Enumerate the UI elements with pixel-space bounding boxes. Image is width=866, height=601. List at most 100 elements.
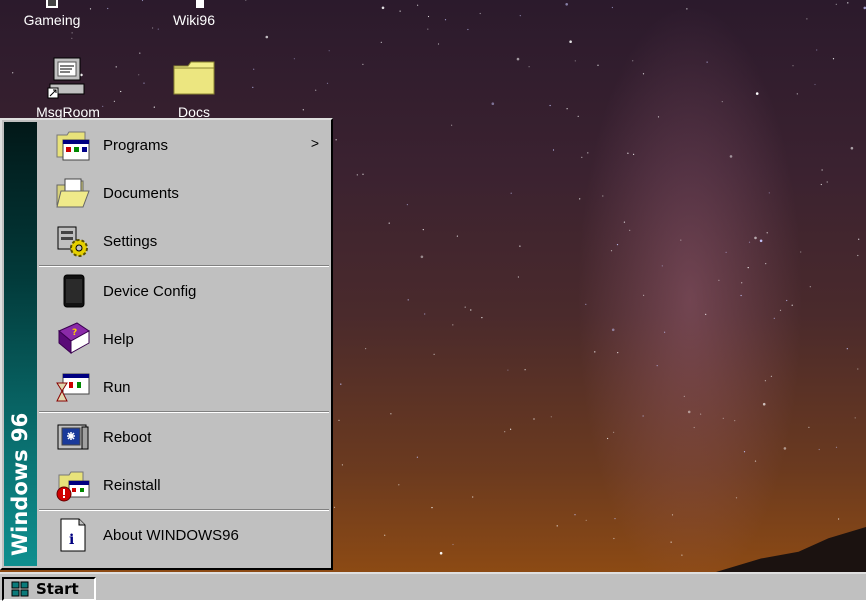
menu-item-device-config[interactable]: Device Config xyxy=(39,268,329,314)
menu-item-reinstall[interactable]: Reinstall xyxy=(39,462,329,508)
menu-item-label: Help xyxy=(103,331,134,348)
star xyxy=(838,518,839,519)
star xyxy=(390,413,391,414)
star xyxy=(756,92,759,95)
star xyxy=(629,230,630,231)
star xyxy=(315,90,316,91)
star xyxy=(423,229,424,230)
star xyxy=(252,87,253,88)
star xyxy=(342,464,343,465)
star xyxy=(855,417,856,418)
settings-gear-icon xyxy=(55,223,91,259)
star xyxy=(389,223,390,224)
star xyxy=(765,380,766,381)
star xyxy=(511,193,512,194)
star xyxy=(327,83,328,84)
menu-item-label: Documents xyxy=(103,185,179,202)
star xyxy=(700,414,701,415)
star xyxy=(726,252,727,253)
star xyxy=(107,8,108,9)
desktop-icon-msgroom[interactable]: MsgRoom xyxy=(26,54,110,120)
menu-item-run[interactable]: Run xyxy=(39,364,329,410)
star xyxy=(836,4,837,5)
star xyxy=(800,251,801,252)
star xyxy=(158,29,159,30)
desktop-icon-docs[interactable]: Docs xyxy=(152,54,236,120)
star xyxy=(143,83,144,84)
run-hourglass-icon xyxy=(55,369,91,405)
star xyxy=(684,396,685,397)
star xyxy=(579,198,580,199)
star xyxy=(533,418,534,419)
star xyxy=(480,13,481,14)
star xyxy=(417,457,418,458)
star xyxy=(336,139,337,140)
menu-item-reboot[interactable]: Reboot xyxy=(39,414,329,460)
star xyxy=(472,496,473,497)
star xyxy=(765,263,766,264)
star xyxy=(755,461,756,462)
star xyxy=(723,418,724,419)
star xyxy=(452,324,453,325)
start-button[interactable]: Start xyxy=(2,577,96,601)
star xyxy=(557,525,558,526)
star xyxy=(643,295,644,296)
star xyxy=(519,246,520,247)
desktop-icon-wiki96[interactable]: Wiki96 xyxy=(152,0,236,28)
menu-item-settings[interactable]: Settings xyxy=(39,218,329,264)
star xyxy=(253,69,254,70)
star xyxy=(705,314,706,315)
star xyxy=(857,368,858,369)
star xyxy=(847,2,848,3)
star xyxy=(808,427,809,428)
menu-item-programs[interactable]: Programs > xyxy=(39,122,329,168)
desktop-icon-label: Wiki96 xyxy=(152,12,236,28)
star xyxy=(451,125,452,126)
submenu-arrow-icon: > xyxy=(311,135,319,151)
star xyxy=(440,552,443,555)
programs-folder-icon xyxy=(55,127,91,163)
star xyxy=(836,447,837,448)
star xyxy=(658,116,659,117)
svg-text:i: i xyxy=(69,532,74,548)
desktop-icon-gameing[interactable]: Gameing xyxy=(10,0,94,28)
star xyxy=(672,514,673,515)
star xyxy=(734,420,735,421)
star xyxy=(814,84,815,85)
star xyxy=(329,50,330,51)
star xyxy=(722,101,723,102)
star xyxy=(819,449,820,450)
folder-icon xyxy=(170,54,218,102)
start-label: Start xyxy=(36,580,79,598)
device-icon xyxy=(55,273,91,309)
star xyxy=(771,376,772,377)
star xyxy=(492,102,495,105)
star xyxy=(774,318,775,319)
star xyxy=(607,438,608,439)
star xyxy=(417,5,418,6)
star xyxy=(810,286,811,287)
star xyxy=(525,369,526,370)
star xyxy=(851,147,854,150)
star xyxy=(627,153,628,154)
star xyxy=(847,348,848,349)
menu-item-documents[interactable]: Documents xyxy=(39,170,329,216)
star xyxy=(303,109,304,110)
star xyxy=(338,420,339,421)
menu-item-help[interactable]: ? Help xyxy=(39,316,329,362)
star xyxy=(120,91,121,92)
star xyxy=(365,348,366,349)
star xyxy=(822,169,823,170)
star xyxy=(434,354,435,355)
star xyxy=(827,181,828,182)
star xyxy=(680,240,681,241)
star xyxy=(382,7,385,10)
desktop-icon-label: Gameing xyxy=(10,12,94,28)
star xyxy=(467,29,468,30)
menu-item-about[interactable]: i About WINDOWS96 xyxy=(39,512,329,558)
chat-computer-icon xyxy=(44,54,92,102)
menu-item-label: Programs xyxy=(103,137,168,154)
menu-item-label: Reboot xyxy=(103,429,151,446)
info-icon: i xyxy=(55,517,91,553)
star xyxy=(470,309,471,310)
